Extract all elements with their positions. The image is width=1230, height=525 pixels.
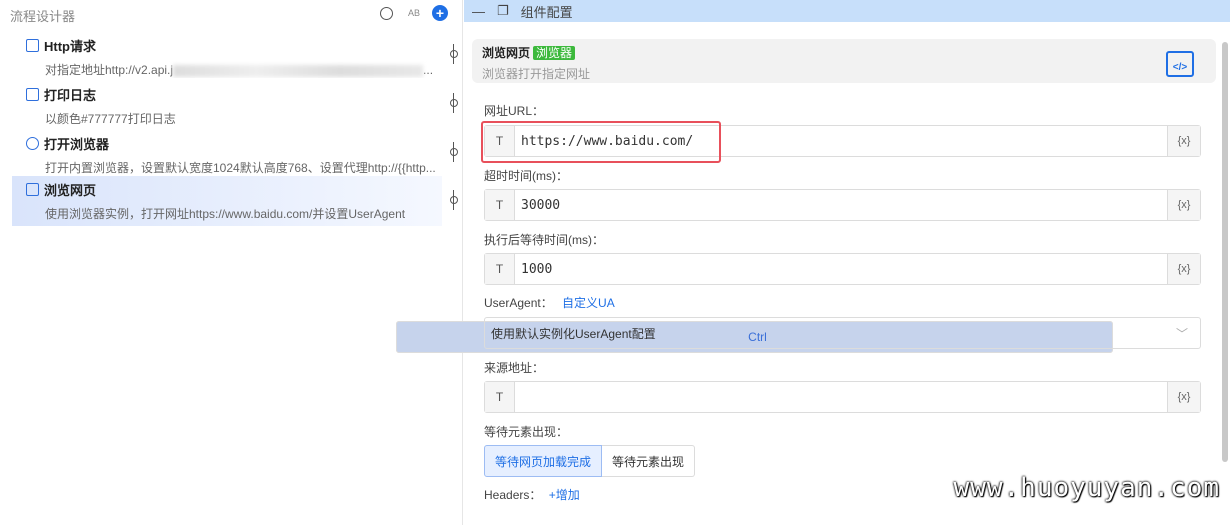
search-icon[interactable] (376, 4, 396, 22)
component-desc: 浏览器打开指定网址 (482, 67, 591, 81)
connector-icon[interactable] (450, 93, 458, 113)
node-title: Http请求 (44, 39, 96, 54)
connector-icon[interactable] (450, 190, 458, 210)
scrollbar[interactable] (1222, 42, 1228, 462)
type-text-icon[interactable]: T (485, 190, 515, 220)
headers-label: Headers： (484, 488, 542, 502)
waitfor-toggle: 等待网页加载完成 等待元素出现 (484, 445, 696, 477)
browser-code-icon (26, 183, 39, 196)
node-desc: 使用浏览器实例，打开网址https://www.baidu.com/并设置Use… (45, 207, 406, 221)
node-title: 打开浏览器 (44, 137, 110, 152)
minimize-icon[interactable]: — (472, 4, 485, 19)
node-title: 打印日志 (44, 88, 97, 103)
chevron-down-icon: ﹀ (1175, 326, 1188, 341)
node-open-browser[interactable]: 打开浏览器 打开内置浏览器，设置默认宽度1024默认高度768、设置代理http… (12, 130, 442, 180)
type-text-icon[interactable]: T (485, 382, 515, 412)
connector-icon[interactable] (450, 44, 458, 64)
timeout-value[interactable]: 30000 (515, 190, 1167, 220)
category-badge: 浏览器 (533, 46, 576, 60)
node-desc: 对指定地址http://v2.api.j (45, 63, 174, 77)
referer-label: 来源地址： (484, 361, 545, 375)
waitfor-label: 等待元素出现： (484, 425, 569, 439)
component-title: 浏览网页 (482, 46, 531, 60)
component-card: 浏览网页 浏览器 浏览器打开指定网址 </> (472, 39, 1216, 83)
url-label: 网址URL： (484, 104, 545, 118)
referer-value[interactable] (515, 382, 1167, 412)
add-button[interactable]: + (432, 5, 448, 21)
variable-button[interactable]: {x} (1167, 254, 1200, 284)
highlight-box (481, 121, 721, 163)
useragent-row: UserAgent： 自定义UA (484, 294, 615, 311)
timeout-label: 超时时间(ms)： (484, 169, 568, 183)
headers-row: Headers： +增加 (484, 486, 580, 503)
compass-icon (26, 137, 39, 150)
node-desc: 打开内置浏览器，设置默认宽度1024默认高度768、设置代理http://{{h… (45, 161, 436, 175)
panel-header-title: 组件配置 (520, 4, 573, 20)
type-text-icon[interactable]: T (485, 254, 515, 284)
custom-ua-link[interactable]: 自定义UA (562, 296, 615, 310)
wait-label: 执行后等待时间(ms)： (484, 233, 604, 247)
blurred-text (173, 64, 424, 77)
variable-button[interactable]: {x} (1167, 126, 1200, 156)
log-icon (26, 88, 39, 101)
browser-code-icon: </> (1166, 51, 1194, 77)
toolbar: ▣ Ctrl AB + (376, 4, 1113, 353)
wait-element-option[interactable]: 等待元素出现 (602, 445, 696, 477)
connector-icon[interactable] (450, 142, 458, 162)
useragent-selected: 使用默认实例化UserAgent配置 (491, 326, 656, 341)
restore-icon[interactable]: ❐ (497, 3, 509, 19)
panel-header: — ❐ 组件配置 (464, 0, 1230, 22)
timeout-input[interactable]: T 30000 {x} (484, 189, 1201, 221)
useragent-select[interactable]: 使用默认实例化UserAgent配置 ﹀ (484, 317, 1201, 349)
http-icon (26, 39, 39, 52)
spellcheck-icon[interactable]: AB (404, 4, 424, 22)
component-config-panel: — ❐ 组件配置 浏览网页 浏览器 浏览器打开指定网址 </> 网址URL： T … (464, 0, 1230, 525)
node-title: 浏览网页 (44, 183, 97, 198)
wait-value[interactable]: 1000 (515, 254, 1167, 284)
variable-button[interactable]: {x} (1167, 382, 1200, 412)
wait-input[interactable]: T 1000 {x} (484, 253, 1201, 285)
flow-designer-panel: 流程设计器 ▣ Ctrl AB + Http请求 对指定地址http://v2.… (0, 0, 1113, 525)
referer-input[interactable]: T {x} (484, 381, 1201, 413)
node-browse-page[interactable]: 浏览网页 使用浏览器实例，打开网址https://www.baidu.com/并… (12, 176, 442, 226)
add-header-link[interactable]: +增加 (549, 488, 580, 502)
node-http-request[interactable]: Http请求 对指定地址http://v2.api.j... (12, 32, 442, 82)
node-print-log[interactable]: 打印日志 以颜色#777777打印日志 (12, 81, 442, 131)
ellipsis: ... (423, 63, 434, 77)
watermark: www.huoyuyan.com (953, 473, 1220, 503)
wait-page-load-option[interactable]: 等待网页加载完成 (484, 445, 603, 477)
useragent-label: UserAgent： (484, 296, 553, 310)
variable-button[interactable]: {x} (1167, 190, 1200, 220)
panel-title: 流程设计器 (10, 9, 76, 24)
node-desc: 以颜色#777777打印日志 (45, 112, 176, 126)
